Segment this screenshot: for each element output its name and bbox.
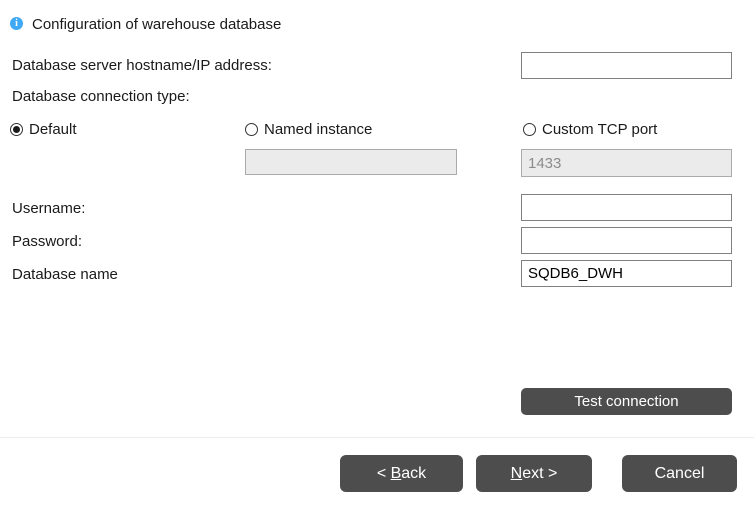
username-label: Username:	[12, 200, 85, 217]
test-connection-button[interactable]: Test connection	[521, 388, 732, 415]
info-icon: i	[10, 17, 23, 30]
radio-button-icon	[245, 123, 258, 136]
connection-type-label: Database connection type:	[12, 88, 190, 105]
named-instance-input[interactable]	[245, 149, 457, 175]
radio-custom-tcp-port-label: Custom TCP port	[542, 121, 657, 138]
page-title: Configuration of warehouse database	[32, 16, 281, 33]
radio-button-icon	[10, 123, 23, 136]
wizard-page-warehouse-db-config: i Configuration of warehouse database Da…	[0, 0, 754, 508]
custom-tcp-port-input[interactable]	[521, 149, 732, 177]
database-name-input[interactable]	[521, 260, 732, 287]
radio-default[interactable]: Default	[10, 121, 77, 138]
footer-separator	[0, 437, 754, 438]
next-button[interactable]: Next >	[476, 455, 592, 492]
radio-button-icon	[523, 123, 536, 136]
password-label: Password:	[12, 233, 82, 250]
username-input[interactable]	[521, 194, 732, 221]
password-input[interactable]	[521, 227, 732, 254]
back-button[interactable]: < Back	[340, 455, 463, 492]
radio-default-label: Default	[29, 121, 77, 138]
cancel-button[interactable]: Cancel	[622, 455, 737, 492]
radio-named-instance[interactable]: Named instance	[245, 121, 372, 138]
radio-custom-tcp-port[interactable]: Custom TCP port	[523, 121, 657, 138]
radio-named-instance-label: Named instance	[264, 121, 372, 138]
hostname-label: Database server hostname/IP address:	[12, 57, 272, 74]
hostname-input[interactable]	[521, 52, 732, 79]
database-name-label: Database name	[12, 266, 118, 283]
